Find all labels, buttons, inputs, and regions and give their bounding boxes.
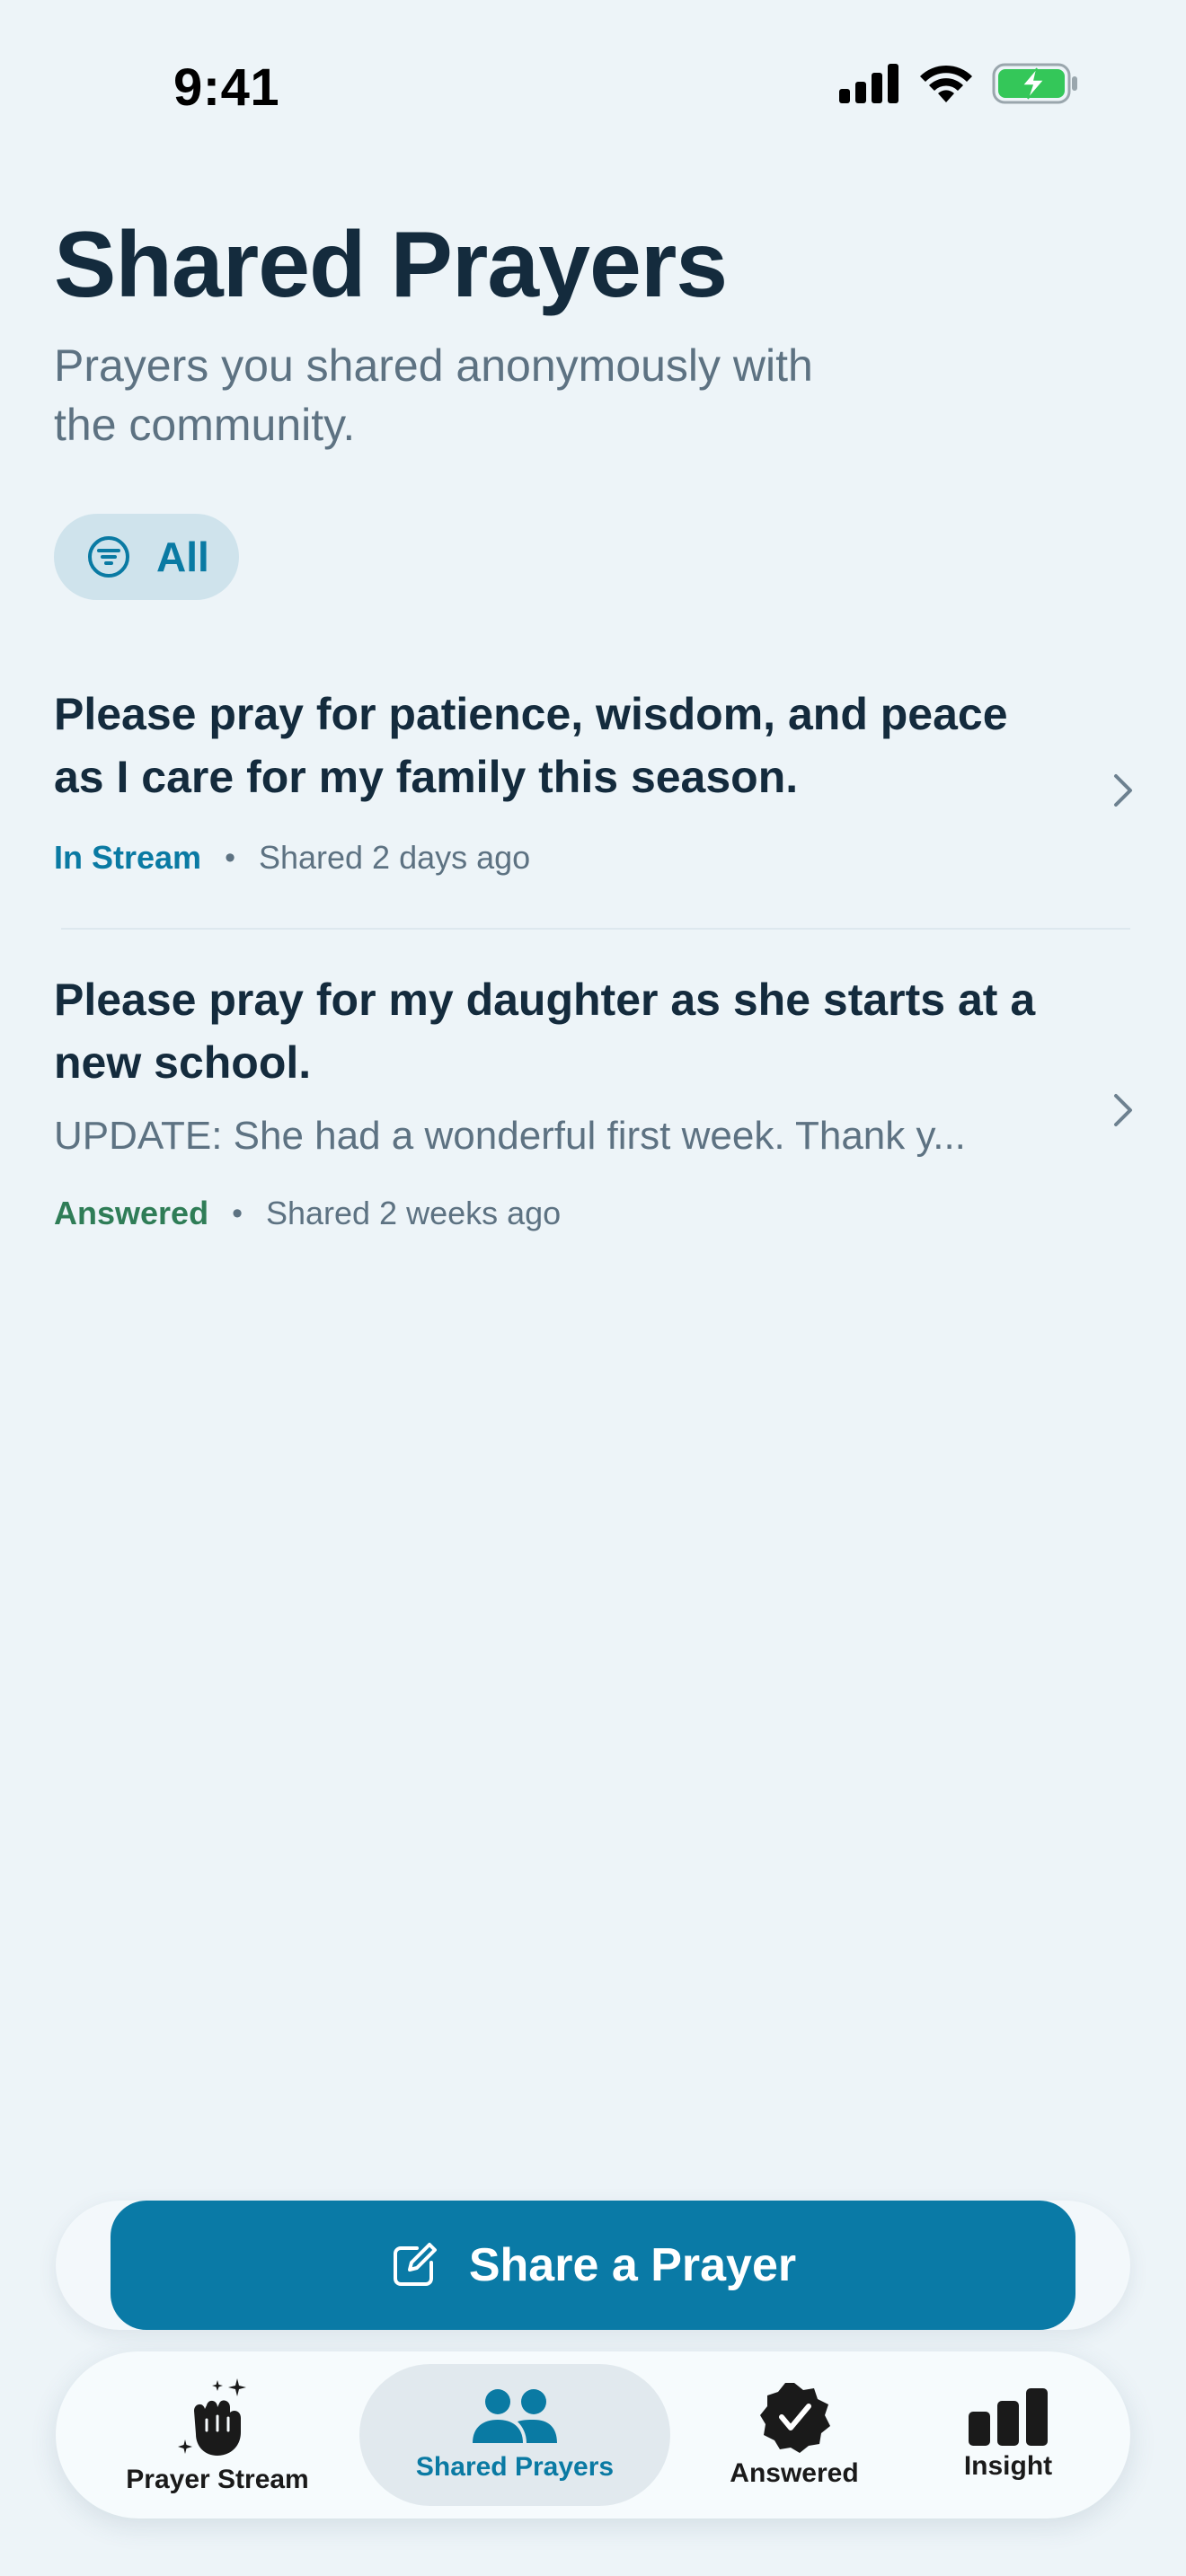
status-label: Answered [54,1195,209,1231]
status-label: In Stream [54,839,202,876]
tab-label: Prayer Stream [126,2465,309,2494]
status-time: 9:41 [173,58,280,117]
filter-icon [88,536,129,578]
list-item[interactable]: Please pray for patience, wisdom, and pe… [0,683,1186,929]
tab-insight[interactable]: Insight [918,2351,1098,2519]
wifi-icon [920,65,972,102]
battery-charging-icon [992,63,1077,104]
praying-hands-icon [178,2378,246,2456]
tab-label: Insight [963,2451,1053,2481]
page-subtitle: Prayers you shared anonymously with the … [54,340,813,450]
people-icon [473,2389,557,2443]
check-badge-icon [760,2383,830,2453]
cellular-signal-icon [839,64,898,103]
tab-answered[interactable]: Answered [685,2351,904,2519]
bar-chart-icon [969,2388,1048,2446]
tab-shared-prayers[interactable]: Shared Prayers [359,2351,670,2519]
shared-time: Shared 2 days ago [258,839,531,876]
prayer-meta: Answered • Shared 2 weeks ago [54,1195,561,1232]
prayer-text: Please pray for my daughter as she start… [54,975,1036,1088]
separator-dot: • [232,1195,243,1231]
separator-dot: • [225,840,235,875]
chevron-right-icon [1114,1094,1132,1126]
prayer-update: UPDATE: She had a wonderful first week. … [54,1114,966,1158]
page-title: Shared Prayers [54,213,728,317]
tab-bar: Prayer Stream Shared Prayers Answered In… [56,2351,1130,2519]
row-divider [61,928,1130,930]
chevron-right-icon [1114,774,1132,807]
prayer-text: Please pray for patience, wisdom, and pe… [54,689,1008,802]
filter-chip-label: All [156,534,209,580]
share-prayer-button[interactable]: Share a Prayer [111,2201,1075,2330]
prayer-meta: In Stream • Shared 2 days ago [54,839,530,877]
tab-prayer-stream[interactable]: Prayer Stream [110,2351,325,2519]
compose-icon [393,2243,437,2286]
status-icons [839,63,1078,104]
tab-label: Shared Prayers [415,2452,615,2482]
screen: 9:41 Shared Prayers Prayers you shared a… [0,0,1186,2576]
list-item[interactable]: Please pray for my daughter as she start… [0,968,1186,1257]
tab-label: Answered [730,2458,859,2488]
share-button-label: Share a Prayer [468,2239,797,2291]
shared-time: Shared 2 weeks ago [265,1195,562,1231]
filter-chip-all[interactable]: All [54,514,239,600]
